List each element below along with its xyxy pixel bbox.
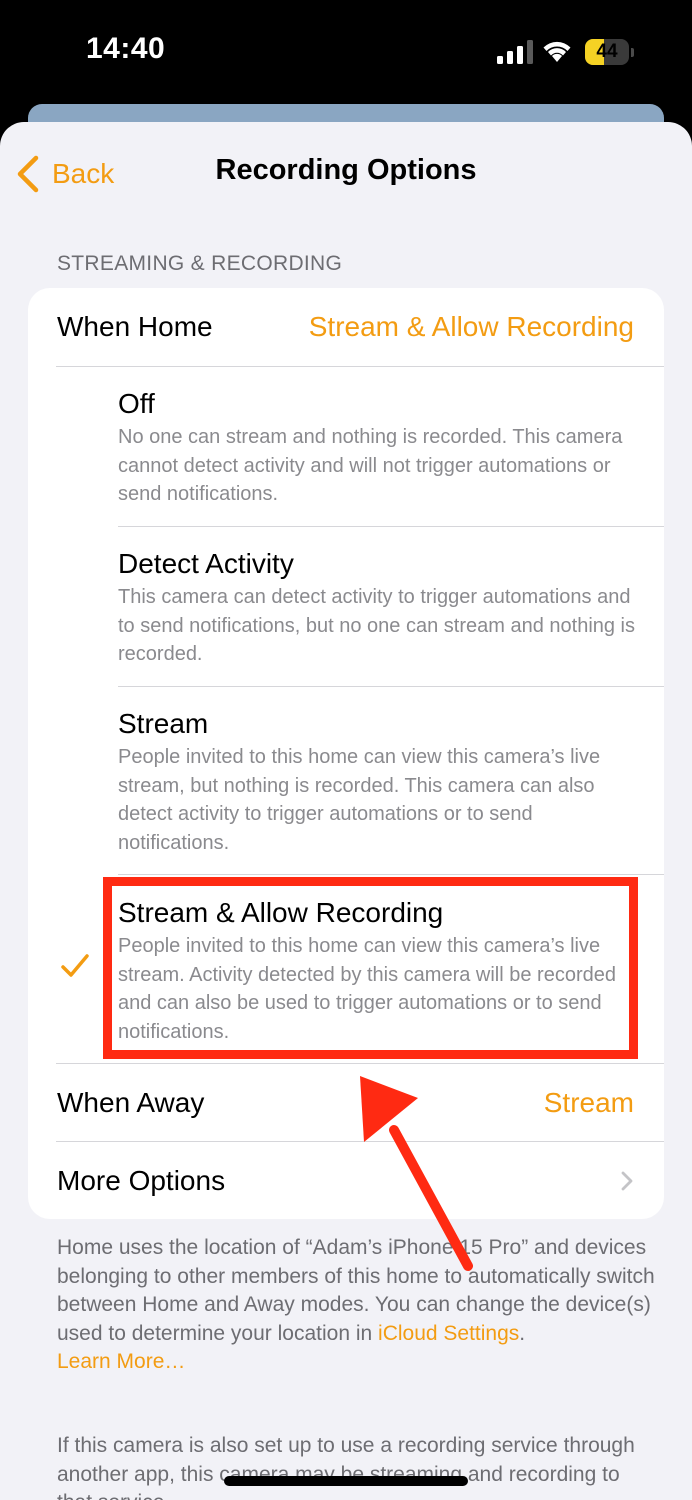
page-title: Recording Options <box>215 154 477 186</box>
icloud-settings-link[interactable]: iCloud Settings <box>378 1322 519 1345</box>
more-options-row[interactable]: More Options <box>28 1142 664 1219</box>
option-title: Off <box>118 388 155 419</box>
option-title: Stream <box>118 708 209 739</box>
option-description: People invited to this home can view thi… <box>118 746 601 854</box>
footer-text-end: . <box>519 1321 526 1345</box>
when-away-label: When Away <box>57 1086 205 1118</box>
option-off[interactable]: Off No one can stream and nothing is rec… <box>118 387 648 509</box>
option-title: Detect Activity <box>118 548 294 579</box>
recording-service-note: If this camera is also set up to use a r… <box>57 1434 635 1500</box>
cellular-signal-icon <box>497 40 533 64</box>
navigation-bar: Back Recording Options <box>0 122 692 222</box>
learn-more-link[interactable]: Learn More… <box>57 1350 185 1373</box>
separator <box>56 366 664 367</box>
checkmark-icon <box>61 954 89 977</box>
when-away-value: Stream <box>543 1086 634 1118</box>
option-description: No one can stream and nothing is recorde… <box>118 426 623 505</box>
separator <box>118 874 664 875</box>
when-home-row[interactable]: When Home Stream & Allow Recording <box>28 288 664 366</box>
status-bar: 14:40 44 <box>0 0 692 104</box>
separator <box>118 686 664 687</box>
chevron-right-icon <box>621 1171 633 1191</box>
when-home-value: Stream & Allow Recording <box>308 311 634 342</box>
separator <box>118 526 664 527</box>
annotation-highlight-box <box>103 877 638 1059</box>
battery-indicator: 44 <box>585 39 635 65</box>
wifi-icon <box>543 41 571 62</box>
option-description: This camera can detect activity to trigg… <box>118 586 636 665</box>
when-home-label: When Home <box>57 311 213 342</box>
home-indicator <box>224 1476 468 1486</box>
recording-options-sheet: Back Recording Options STREAMING & RECOR… <box>0 122 692 1500</box>
settings-group: When Home Stream & Allow Recording Off N… <box>28 288 664 1219</box>
option-stream[interactable]: Stream People invited to this home can v… <box>118 707 648 857</box>
annotation-arrow-icon <box>360 1076 473 1271</box>
more-options-label: More Options <box>57 1164 226 1196</box>
option-detect-activity[interactable]: Detect Activity This camera can detect a… <box>118 547 648 669</box>
when-away-row[interactable]: When Away Stream <box>28 1064 664 1141</box>
status-time: 14:40 <box>86 32 166 65</box>
section-header: STREAMING & RECORDING <box>57 252 343 275</box>
battery-percent: 44 <box>596 41 618 62</box>
